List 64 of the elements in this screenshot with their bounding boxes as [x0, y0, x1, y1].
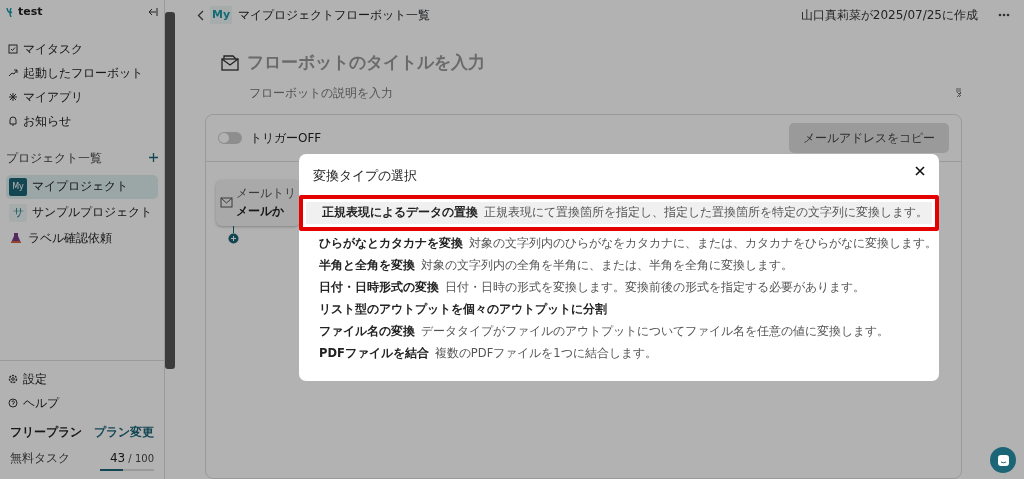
more-button[interactable] — [998, 13, 1010, 17]
option-description: 正規表現にて置換箇所を指定し、指定した置換箇所を特定の文字列に変換します。 — [484, 203, 928, 221]
conversion-option[interactable]: 正規表現によるデータの置換 正規表現にて置換箇所を指定し、指定した置換箇所を特定の文字列に変換します。 — [299, 194, 939, 231]
flask-icon — [9, 230, 23, 245]
quota-label: 無料タスク — [10, 450, 70, 467]
gear-icon — [8, 374, 18, 384]
close-icon — [915, 166, 925, 176]
conversion-option[interactable]: 日付・日時形式の変換 日付・日時の形式を変換します。変換前後の形式を指定する必要があります。 — [311, 276, 927, 299]
trigger-label: トリガーOFF — [250, 129, 322, 147]
envelope-icon — [220, 197, 233, 208]
sparkle-icon — [8, 91, 18, 102]
chat-icon — [996, 453, 1010, 467]
quota-limit: / 100 — [128, 453, 154, 464]
add-project-button[interactable] — [149, 153, 158, 162]
project-badge: My — [9, 177, 27, 196]
copy-address-button[interactable]: メールアドレスをコピー — [789, 122, 949, 153]
option-description: データタイプがファイルのアウトプットについてファイル名を任意の値に変換します。 — [421, 322, 889, 340]
plan-change-link[interactable]: プラン変更 — [94, 423, 154, 441]
workspace-name: test — [18, 4, 43, 20]
help-icon — [8, 398, 18, 408]
node-title: メールか — [236, 203, 285, 221]
created-info: 山口真莉菜が2025/07/25に作成 — [800, 7, 978, 24]
project-badge: サ — [9, 203, 27, 222]
scrollbar-thumb[interactable] — [165, 12, 175, 369]
trigger-toggle[interactable] — [218, 131, 242, 144]
project-badge: My — [210, 5, 233, 25]
conversion-option[interactable]: 半角と全角を変換 対象の文字列内の全角を半角に、または、半角を全角に変換します。 — [311, 254, 927, 277]
option-description: 複数のPDFファイルを1つに結合します。 — [434, 344, 657, 362]
option-description: 対象の文字列内の全角を半角に、または、半角を全角に変換します。 — [421, 256, 793, 274]
back-chevron-icon — [197, 9, 204, 21]
quota-used: 43 — [109, 451, 126, 465]
conversion-option[interactable]: PDFファイルを結合 複数のPDFファイルを1つに結合します。 — [311, 342, 927, 365]
nav-item[interactable]: マイアプリ — [6, 84, 158, 109]
project-item[interactable]: ラベル確認依頼 — [6, 226, 158, 250]
chat-button[interactable] — [990, 447, 1016, 473]
project-item[interactable]: サ サンプルプロジェクト — [6, 200, 158, 225]
modal-title: 変換タイプの選択 — [312, 167, 418, 185]
plus-icon — [149, 153, 158, 162]
envelope-icon — [221, 54, 239, 71]
trigger-node[interactable]: メールトリ メールか — [216, 179, 300, 226]
add-step-button[interactable] — [228, 225, 239, 244]
back-button[interactable] — [197, 9, 204, 21]
conversion-option[interactable]: リスト型のアウトプットを個々のアウトプットに分割 — [311, 298, 927, 321]
node-caption: メールトリ — [236, 184, 296, 202]
project-item[interactable]: My マイプロジェクト — [6, 174, 158, 199]
trend-arrow-icon — [8, 67, 18, 78]
option-description: 日付・日時の形式を変換します。変換前後の形式を指定する必要があります。 — [445, 278, 865, 296]
nav-item[interactable]: 設定 — [6, 367, 158, 391]
logo-icon — [6, 7, 14, 18]
checkbox-icon — [8, 43, 18, 54]
bell-icon — [8, 115, 18, 126]
more-icon — [998, 13, 1010, 17]
section-heading: プロジェクト一覧 — [6, 149, 102, 167]
conversion-option[interactable]: ファイル名の変換 データタイプがファイルのアウトプットについてファイル名を任意の値に変換します。 — [311, 320, 927, 343]
nav-item[interactable]: 起動したフローボット — [6, 60, 158, 85]
breadcrumb-link[interactable]: マイプロジェクトフローボット一覧 — [238, 6, 431, 24]
close-button[interactable] — [913, 164, 927, 178]
collapse-icon — [148, 7, 158, 18]
nav-item[interactable]: ヘルプ — [6, 391, 158, 415]
nav-item[interactable]: お知らせ — [6, 108, 158, 133]
nav-item[interactable]: マイタスク — [6, 36, 158, 61]
add-step-icon — [228, 225, 239, 244]
resize-handle-icon — [956, 87, 962, 98]
plan-name: フリープラン — [10, 424, 82, 441]
